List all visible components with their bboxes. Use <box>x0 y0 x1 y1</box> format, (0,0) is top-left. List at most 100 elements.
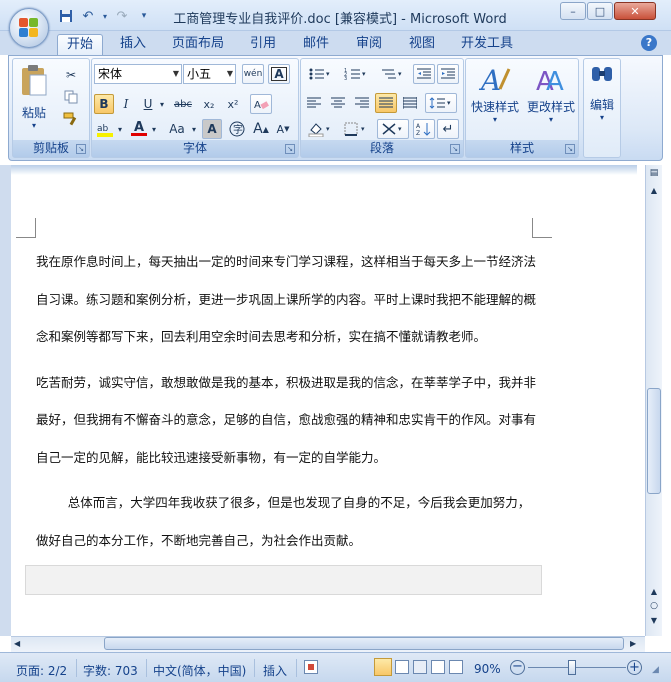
borders-icon[interactable]: ▾ <box>339 119 373 139</box>
superscript-button[interactable]: x² <box>222 94 244 114</box>
print-layout-icon[interactable] <box>374 658 392 676</box>
tab-developer[interactable]: 开发工具 <box>455 34 519 55</box>
paragraph-line: 吃苦耐劳，诚实守信，敢想敢做是我的基本，积极进取是我的信念，在莘莘学子中，我并非 <box>36 375 537 390</box>
paste-dropdown-icon: ▾ <box>31 121 36 130</box>
font-size-combo[interactable]: 小五 ▼ <box>183 64 236 84</box>
char-border-button[interactable]: A <box>268 64 290 84</box>
editing-button[interactable]: 编辑 ▾ <box>584 63 620 137</box>
tab-mailings[interactable]: 邮件 <box>296 34 336 55</box>
tab-references[interactable]: 引用 <box>243 34 283 55</box>
zoom-out-icon[interactable]: − <box>510 660 525 675</box>
multilevel-list-icon[interactable]: ▾ <box>375 64 409 84</box>
help-icon[interactable]: ? <box>641 35 657 51</box>
chevron-down-icon: ▼ <box>226 69 233 78</box>
window-controls: – □ ✕ <box>560 2 656 20</box>
highlight-color-icon[interactable]: ab <box>94 119 116 139</box>
tab-page-layout[interactable]: 页面布局 <box>166 34 230 55</box>
phonetic-guide-button[interactable]: wén <box>242 64 264 84</box>
align-left-icon[interactable] <box>303 93 325 113</box>
align-right-icon[interactable] <box>351 93 373 113</box>
change-case-button[interactable]: Aa <box>164 119 190 139</box>
close-button[interactable]: ✕ <box>614 2 656 20</box>
paste-button[interactable]: 粘贴 ▾ <box>17 63 51 135</box>
numbering-icon[interactable]: 1 2 3 ▾ <box>339 64 373 84</box>
quick-styles-button[interactable]: A 快速样式 ▾ <box>468 63 522 137</box>
scroll-left-icon[interactable]: ◀ <box>14 638 26 650</box>
redo-icon[interactable]: ↷ <box>113 7 131 25</box>
distributed-icon[interactable] <box>399 93 421 113</box>
resize-grip-icon[interactable]: ◢ <box>652 665 664 677</box>
font-color-dropdown-icon[interactable]: ▾ <box>150 119 158 139</box>
browse-object-icon[interactable]: ○ <box>647 600 661 613</box>
increase-indent-icon[interactable] <box>437 64 459 84</box>
chinese-layout-icon[interactable]: ▾ <box>377 119 409 139</box>
paragraph-launcher-icon[interactable]: ↘ <box>450 144 460 154</box>
tab-home[interactable]: 开始 <box>57 34 103 55</box>
char-shading-button[interactable]: A <box>202 119 222 139</box>
footer-area[interactable] <box>25 565 542 595</box>
browse-prev-icon[interactable]: ▲ <box>647 585 661 598</box>
ruler-toggle-icon[interactable]: ▤ <box>647 168 661 184</box>
bold-button[interactable]: B <box>94 94 114 114</box>
page-indicator[interactable]: 页面: 2/2 <box>16 662 67 679</box>
font-launcher-icon[interactable]: ↘ <box>285 144 295 154</box>
bullets-icon[interactable]: ▾ <box>303 64 337 84</box>
web-layout-icon[interactable] <box>413 660 427 674</box>
svg-text:A: A <box>254 100 261 111</box>
line-spacing-icon[interactable]: ▾ <box>425 93 457 113</box>
enclose-char-icon[interactable]: 字 <box>226 119 248 139</box>
tab-review[interactable]: 审阅 <box>349 34 389 55</box>
underline-button[interactable]: U <box>138 94 158 114</box>
format-painter-icon[interactable] <box>61 109 81 129</box>
subscript-button[interactable]: x₂ <box>198 94 220 114</box>
highlight-dropdown-icon[interactable]: ▾ <box>116 119 124 139</box>
scroll-up-icon[interactable]: ▲ <box>647 186 661 200</box>
clear-formatting-icon[interactable]: A <box>250 94 272 114</box>
tab-view[interactable]: 视图 <box>402 34 442 55</box>
font-color-button[interactable]: A <box>128 119 150 139</box>
full-screen-reading-icon[interactable] <box>395 660 409 674</box>
insert-mode[interactable]: 插入 <box>263 662 287 679</box>
word-count[interactable]: 字数: 703 <box>83 662 138 679</box>
show-marks-icon[interactable]: ↵ <box>437 119 459 139</box>
justify-icon[interactable] <box>375 93 397 113</box>
svg-text:▾: ▾ <box>326 70 330 78</box>
scroll-right-icon[interactable]: ▶ <box>630 638 642 650</box>
zoom-slider-thumb[interactable] <box>567 660 576 675</box>
copy-icon[interactable] <box>61 87 81 107</box>
change-styles-button[interactable]: AA 更改样式 ▾ <box>524 63 578 137</box>
draft-view-icon[interactable] <box>449 660 463 674</box>
browse-next-icon[interactable]: ▼ <box>647 614 661 627</box>
font-name-combo[interactable]: 宋体 ▼ <box>94 64 182 84</box>
undo-dropdown-icon[interactable]: ▾ <box>101 7 109 25</box>
horizontal-scroll-thumb[interactable] <box>104 637 624 650</box>
save-icon[interactable] <box>57 7 75 25</box>
quick-styles-icon: A <box>478 64 511 97</box>
align-center-icon[interactable] <box>327 93 349 113</box>
macro-record-icon[interactable] <box>304 660 318 674</box>
shading-icon[interactable]: ▾ <box>303 119 337 139</box>
cut-icon[interactable]: ✂ <box>61 65 81 85</box>
language-indicator[interactable]: 中文(简体，中国) <box>153 662 246 679</box>
change-case-dropdown-icon[interactable]: ▾ <box>190 119 198 139</box>
zoom-slider-track[interactable] <box>528 667 626 668</box>
maximize-button[interactable]: □ <box>587 2 613 20</box>
decrease-indent-icon[interactable] <box>413 64 435 84</box>
sort-icon[interactable]: AZ <box>413 119 435 139</box>
shrink-font-button[interactable]: A ▼ <box>272 119 294 139</box>
zoom-level[interactable]: 90% <box>474 662 501 676</box>
strikethrough-button[interactable]: abc <box>170 94 196 114</box>
grow-font-button[interactable]: A ▲ <box>250 119 272 139</box>
outline-view-icon[interactable] <box>431 660 445 674</box>
tab-insert[interactable]: 插入 <box>112 34 154 55</box>
undo-icon[interactable]: ↶ <box>79 7 97 25</box>
italic-button[interactable]: I <box>116 94 136 114</box>
zoom-in-icon[interactable]: + <box>627 660 642 675</box>
clipboard-launcher-icon[interactable]: ↘ <box>76 144 86 154</box>
underline-dropdown-icon[interactable]: ▾ <box>158 94 166 114</box>
office-button[interactable] <box>9 8 49 48</box>
margin-corner-mark <box>16 218 36 238</box>
styles-launcher-icon[interactable]: ↘ <box>565 144 575 154</box>
minimize-button[interactable]: – <box>560 2 586 20</box>
vertical-scroll-thumb[interactable] <box>647 388 661 494</box>
